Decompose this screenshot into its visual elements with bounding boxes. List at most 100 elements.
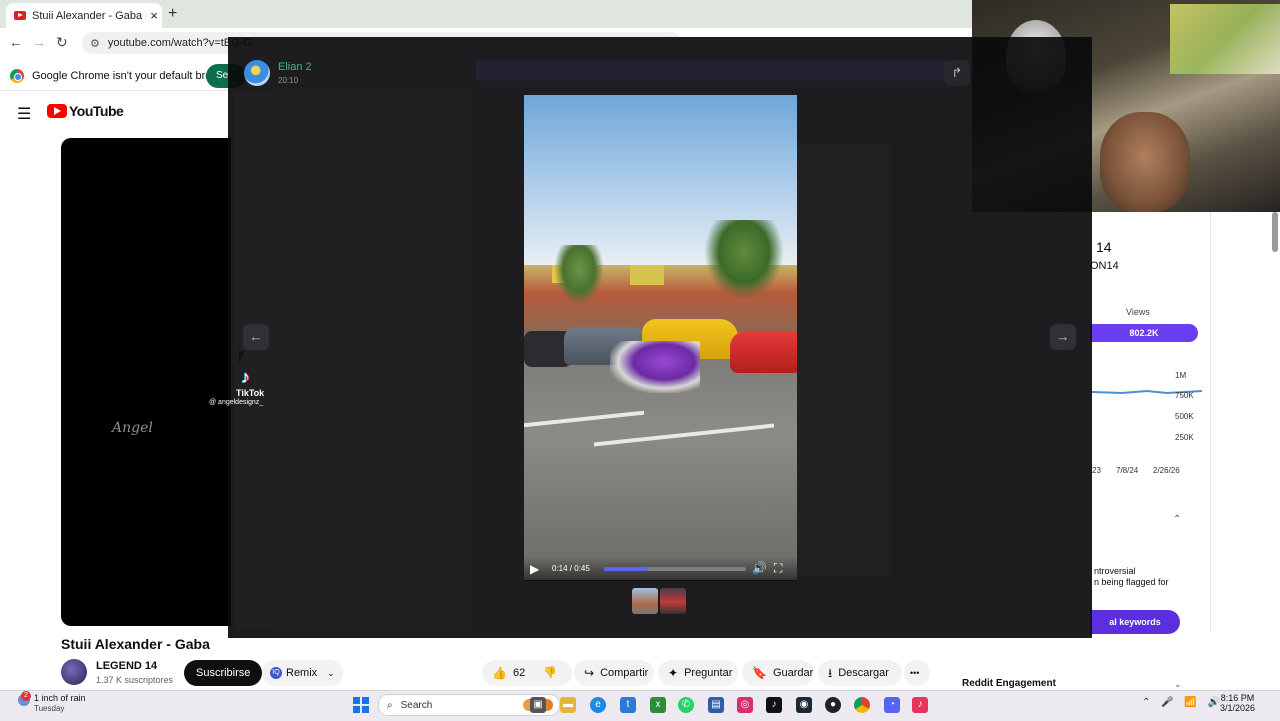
- system-tray-icons[interactable]: ⌃ 🎤 📶 🔊: [1142, 697, 1224, 708]
- tiktok-label: TikTok: [236, 388, 265, 398]
- share-button[interactable]: ↪ Compartir: [574, 660, 654, 686]
- file-explorer-icon[interactable]: ▬: [560, 697, 576, 713]
- fullscreen-icon[interactable]: ⛶: [774, 561, 782, 576]
- dimmed-channel-list: [276, 90, 476, 630]
- chart-y-tick: 750K: [1175, 391, 1194, 400]
- sparkle-icon: ✦: [668, 666, 679, 680]
- video-atv-rider: [610, 341, 700, 393]
- twitter-icon[interactable]: t: [620, 697, 636, 713]
- new-tab-button[interactable]: +: [168, 5, 177, 23]
- volume-icon[interactable]: 🔊: [752, 561, 767, 575]
- dimmed-banner: [476, 61, 952, 81]
- attachment-thumbnail[interactable]: [660, 588, 686, 614]
- previous-arrow-icon[interactable]: ←: [243, 324, 269, 350]
- tab-title: Stuii Alexander - Gaba - YouTub: [32, 9, 146, 22]
- tiktok-logo-icon: ♪: [241, 367, 250, 387]
- watermark-logo: Angel: [112, 420, 153, 436]
- video-palm-tree: [554, 245, 604, 305]
- save-label: Guardar: [772, 667, 814, 679]
- thumbs-down-icon[interactable]: 👎: [543, 660, 557, 686]
- menu-icon[interactable]: ☰: [17, 104, 31, 124]
- whatsapp-icon[interactable]: ✆: [678, 697, 694, 713]
- windows-start-icon[interactable]: [353, 697, 369, 713]
- system-clock[interactable]: 8:16 PM 3/1/2026: [1220, 693, 1255, 713]
- flag-text: ntroversial: [1094, 566, 1136, 576]
- video-car: [730, 331, 797, 373]
- edge-icon[interactable]: e: [590, 697, 606, 713]
- channel-avatar[interactable]: [61, 659, 87, 685]
- close-tab-icon[interactable]: ×: [146, 8, 162, 23]
- thumbs-up-icon[interactable]: 👍: [492, 660, 507, 686]
- views-value-badge: 802.2K: [1090, 324, 1198, 342]
- ask-label: Preguntar: [684, 667, 733, 679]
- youtube-logo-text: YouTube: [69, 103, 124, 119]
- remix-icon: IQ: [270, 667, 282, 679]
- tiktok-studio-icon[interactable]: ♪: [912, 697, 928, 713]
- xbox-icon[interactable]: x: [650, 697, 666, 713]
- reload-icon[interactable]: ↻: [56, 34, 68, 51]
- forward-icon[interactable]: →: [32, 34, 46, 50]
- search-icon: ⌕: [387, 699, 393, 711]
- page-scrollbar[interactable]: [1272, 212, 1278, 252]
- video-frame[interactable]: [524, 95, 797, 580]
- infobar-text: Google Chrome isn't your default browser: [32, 70, 235, 82]
- video-sign: [630, 265, 664, 285]
- reddit-chevron-icon[interactable]: ⌄: [1174, 679, 1182, 690]
- remix-label: Remix: [286, 667, 318, 679]
- chart-x-tick: 2/26/26: [1153, 466, 1180, 475]
- channel-name[interactable]: LEGEND 14: [96, 660, 157, 672]
- reddit-engagement-header: Reddit Engagement: [962, 678, 1056, 689]
- chart-y-tick: 1M: [1175, 371, 1187, 380]
- chrome-icon: [10, 69, 24, 83]
- remix-button[interactable]: IQ Remix ⌄: [262, 660, 343, 686]
- video-palm-tree: [704, 220, 784, 300]
- youtube-logo[interactable]: YouTube: [47, 103, 124, 119]
- more-actions-button[interactable]: •••: [904, 660, 930, 686]
- seek-bar-progress: [604, 567, 648, 571]
- site-info-icon[interactable]: ⚙: [90, 37, 100, 50]
- discord-icon[interactable]: ◔: [884, 697, 900, 713]
- download-button[interactable]: ⭳ Descargar: [818, 660, 902, 686]
- save-button[interactable]: 🔖 Guardar: [742, 660, 814, 686]
- browser-tab[interactable]: Stuii Alexander - Gaba - YouTub ×: [6, 3, 162, 28]
- youtube-favicon-icon: [14, 11, 26, 20]
- keywords-button[interactable]: al keywords: [1090, 610, 1180, 634]
- mouse-cursor-icon: [239, 351, 245, 363]
- user-name[interactable]: Elian 2: [278, 61, 312, 73]
- chrome-taskbar-icon[interactable]: [854, 697, 870, 713]
- task-view-icon[interactable]: ▣: [530, 697, 546, 713]
- attachment-thumbnail[interactable]: [632, 588, 658, 614]
- collapse-chevron-icon[interactable]: ⌃: [1173, 514, 1181, 525]
- user-avatar[interactable]: [244, 60, 270, 86]
- tiktok-icon[interactable]: ♪: [766, 697, 782, 713]
- play-icon[interactable]: ▶: [530, 562, 539, 576]
- steam-icon[interactable]: ◉: [796, 697, 812, 713]
- share-icon: ↪: [584, 666, 595, 680]
- next-arrow-icon[interactable]: →: [1050, 324, 1076, 350]
- video-title: Stuii Alexander - Gaba: [61, 636, 210, 652]
- forward-share-icon[interactable]: ↱: [944, 60, 970, 86]
- like-count[interactable]: 62: [513, 660, 525, 686]
- chart-y-tick: 500K: [1175, 412, 1194, 421]
- like-dislike-group: 👍 62 👎: [482, 660, 572, 686]
- weather-day: Tuesday: [34, 704, 65, 713]
- download-icon: ⭳: [828, 666, 833, 680]
- download-label: Descargar: [838, 667, 889, 679]
- store-icon[interactable]: ▤: [708, 697, 724, 713]
- dimmed-message-area: [796, 145, 889, 575]
- weather-text[interactable]: 1 inch of rain: [34, 693, 86, 703]
- webcam-graffiti-wall: [1170, 4, 1280, 74]
- subscribe-button[interactable]: Suscribirse: [184, 660, 263, 686]
- views-header: Views: [1126, 307, 1150, 317]
- chevron-down-icon[interactable]: ⌄: [327, 660, 335, 686]
- instagram-icon[interactable]: ◎: [737, 697, 753, 713]
- webcam-person: [1100, 112, 1190, 212]
- ask-button[interactable]: ✦ Preguntar: [658, 660, 738, 686]
- obs-icon[interactable]: ●: [825, 697, 841, 713]
- video-time: 0:14 / 0:45: [552, 564, 590, 573]
- channel-id-label: ON14: [1090, 260, 1119, 272]
- windows-taskbar: [0, 690, 1280, 721]
- youtube-play-icon: [47, 104, 67, 118]
- video-player[interactable]: [61, 138, 231, 626]
- back-icon[interactable]: ←: [9, 34, 23, 50]
